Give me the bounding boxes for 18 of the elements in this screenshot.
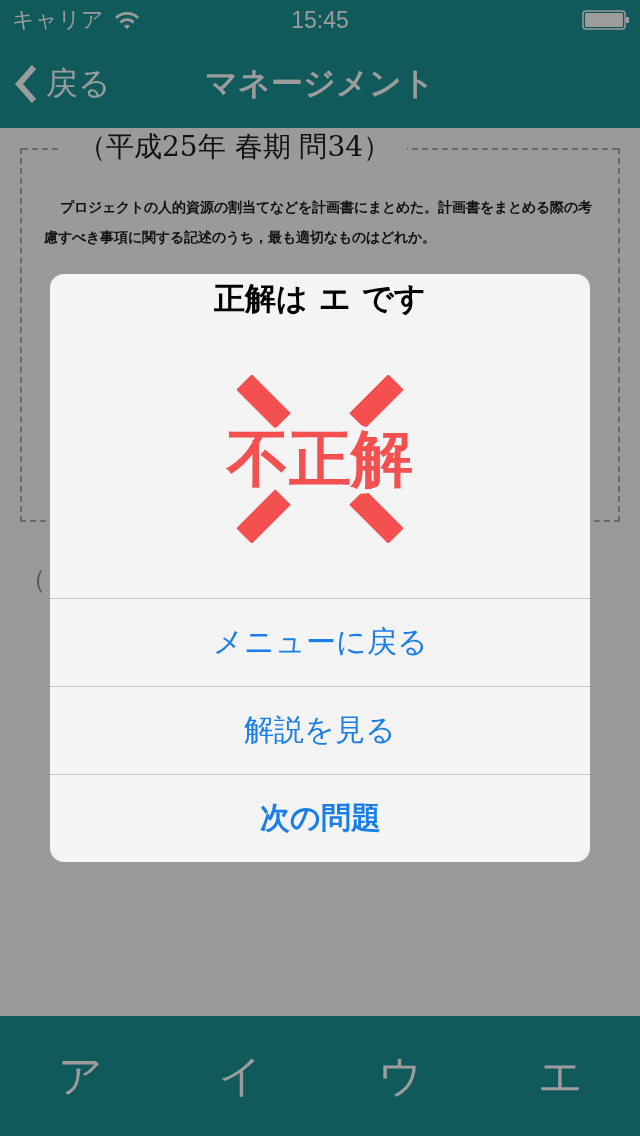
battery-icon — [582, 10, 630, 30]
carrier-name: キャリア — [12, 6, 104, 34]
clock-time: 15:45 — [291, 6, 349, 34]
answer-key[interactable]: イ — [190, 1045, 290, 1107]
answer-key[interactable]: ウ — [350, 1045, 450, 1107]
answer-note: （ — [20, 563, 46, 596]
question-text: プロジェクトの人的資源の割当てなどを計画書にまとめた。計画書をまとめる際の考慮すべき事項に関する記述のうち，最も適切なものはどれか。 — [44, 198, 593, 247]
incorrect-label: 不正解 — [227, 428, 413, 490]
back-button[interactable]: 戻る — [14, 62, 111, 106]
wifi-icon — [114, 10, 140, 30]
answer-key[interactable]: ア — [30, 1045, 130, 1107]
chevron-left-icon — [14, 64, 38, 104]
dialog-button[interactable]: 次の問題 — [50, 774, 590, 862]
answer-key[interactable]: エ — [510, 1045, 610, 1107]
screen-title: マネージメント — [205, 63, 435, 104]
dialog-button[interactable]: 解説を見る — [50, 686, 590, 774]
dialog-title: 正解は エ です — [214, 279, 426, 318]
dialog-button[interactable]: メニューに戻る — [50, 598, 590, 686]
